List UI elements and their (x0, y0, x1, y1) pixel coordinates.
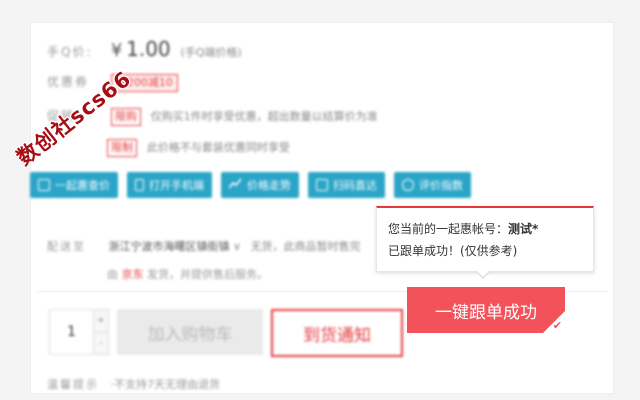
promo-text-1: 仅购买1件时享受优惠，超出数量以结算价为准 (150, 110, 378, 123)
promo-row-2: 限制 此价格不与套装优惠同时享受 (107, 139, 290, 157)
quantity-stepper[interactable]: 1 + - (49, 309, 109, 355)
notify-button[interactable]: 到货通知 (271, 309, 403, 357)
checkmark-icon: ✔ (552, 319, 562, 332)
seller-prefix: 由 (107, 268, 118, 281)
mobile-price-row: 手Q价: ¥ 1.00 (手Q端价格) (47, 37, 242, 61)
tooltip-line-1: 您当前的一起惠帐号：测试* (388, 218, 593, 240)
tips-label: 温馨提示 (47, 378, 99, 391)
chart-icon (228, 178, 242, 192)
toolbar: 一起惠查价 打开手机端 价格走势 扫码直达 评价指数 (30, 172, 471, 198)
tooltip-line-2: 已跟单成功！(仅供参考) (388, 244, 518, 258)
phone-icon (135, 179, 144, 191)
price-currency: ¥ (110, 40, 123, 61)
seller-suffix: 发货，并提供售后服务。 (147, 268, 268, 281)
tool-label: 扫码直达 (333, 179, 377, 192)
seller-row: 由 京东 发货，并提供售后服务。 (107, 266, 268, 282)
seller-name[interactable]: 京东 (122, 268, 144, 281)
follow-success-tooltip: 您当前的一起惠帐号：测试* 已跟单成功！(仅供参考) (376, 206, 594, 279)
tips-text: ·不支持7天无理由退货 (110, 378, 221, 391)
tooltip-arrow-inner (476, 270, 490, 277)
shipping-label: 配送至 (47, 240, 86, 253)
tooltip-account-prefix: 您当前的一起惠帐号： (388, 222, 509, 236)
tool-label: 打开手机端 (149, 179, 204, 192)
stock-status: 无货，此商品暂时售完 (250, 240, 361, 253)
price-value: 1.00 (126, 37, 171, 61)
one-key-label: 一键跟单成功 (435, 302, 537, 323)
tool-open-mobile[interactable]: 打开手机端 (127, 172, 212, 198)
add-to-cart-button[interactable]: 加入购物车 (117, 309, 263, 355)
tool-price-check[interactable]: 一起惠查价 (30, 172, 118, 198)
quantity-buttons: + - (93, 310, 108, 354)
promo-tag-restriction: 限制 (107, 139, 137, 157)
quantity-input[interactable]: 1 (50, 310, 93, 354)
tips-row: 温馨提示 ·不支持7天无理由退货 (47, 376, 220, 392)
quantity-minus-button[interactable]: - (94, 332, 108, 354)
tool-label: 一起惠查价 (55, 179, 110, 192)
tool-scan-code[interactable]: 扫码直达 (308, 172, 385, 198)
check-circle-icon (402, 179, 414, 191)
tool-label: 价格走势 (247, 179, 291, 192)
qrcode-icon (316, 179, 328, 191)
shipping-location[interactable]: 浙江宁波市海曙区镇街镇 (109, 240, 230, 253)
price-note: (手Q端价格) (180, 46, 242, 59)
mobile-price-label: 手Q价: (47, 45, 93, 59)
tooltip-account-name: 测试* (508, 222, 539, 236)
list-icon (38, 179, 50, 191)
promo-text-2: 此价格不与套装优惠同时享受 (146, 141, 290, 154)
shipping-row: 配送至 浙江宁波市海曙区镇街镇 ∨ 无货，此商品暂时售完 (47, 238, 361, 254)
tool-label: 评价指数 (419, 179, 463, 192)
tool-rating-index[interactable]: 评价指数 (394, 172, 471, 198)
tool-price-trend[interactable]: 价格走势 (221, 172, 299, 198)
chevron-down-icon[interactable]: ∨ (233, 240, 241, 253)
promo-tag-limit: 限购 (110, 108, 141, 126)
quantity-plus-button[interactable]: + (94, 310, 108, 333)
one-key-follow-button[interactable]: 一键跟单成功 ✔ (407, 287, 565, 333)
